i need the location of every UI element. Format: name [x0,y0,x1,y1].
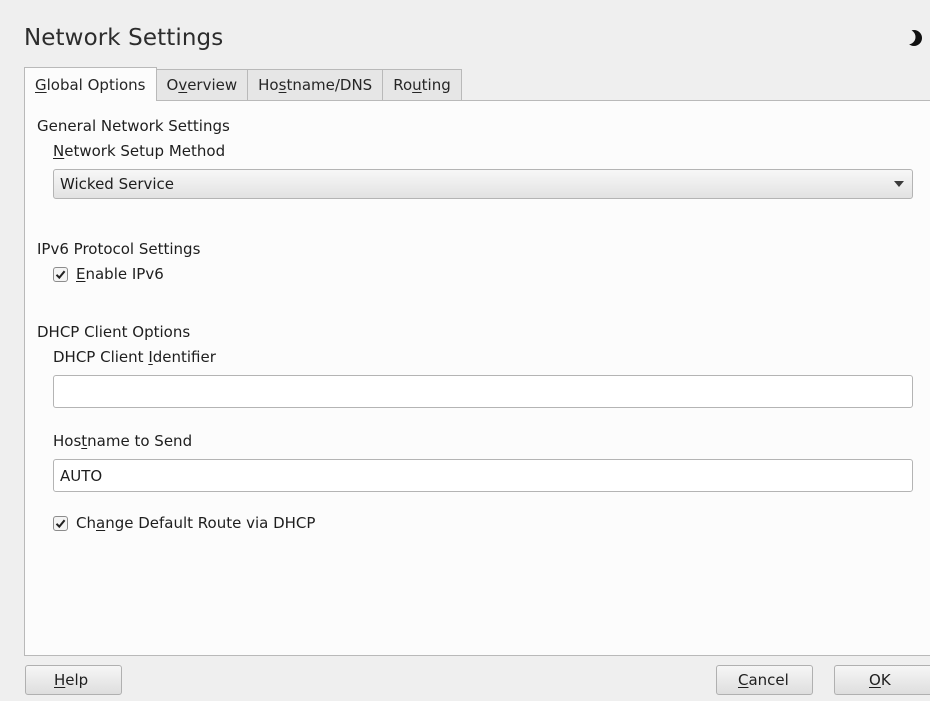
dropdown-arrow-icon [894,181,904,187]
global-options-panel: General Network Settings Network Setup M… [24,100,930,656]
checkbox-box[interactable] [53,515,68,531]
tab-global-options[interactable]: Global Options [24,67,157,101]
tab-bar: Global Options Ov erview Ho s tname/DNS Ro u… [24,67,462,101]
ok-button[interactable]: OK [834,665,930,695]
enable-ipv6-checkbox[interactable]: Enable IPv6 [53,265,164,283]
checkbox-box[interactable] [53,266,68,282]
network-setup-method-value: Wicked Service [60,175,175,193]
dhcp-client-identifier-input[interactable] [53,375,913,408]
help-button[interactable]: Help [25,665,122,695]
window-title: Network Settings [24,25,224,51]
hostname-to-send-input[interactable] [53,459,913,492]
enable-ipv6-label: Enable IPv6 [76,265,164,283]
dhcp-options-heading: DHCP Client Options [37,323,191,341]
moon-icon [904,29,922,46]
ipv6-settings-heading: IPv6 Protocol Settings [37,240,201,258]
change-default-route-label: Change Default Route via DHCP [76,514,316,532]
network-setup-method-select[interactable]: Wicked Service [53,169,913,199]
network-setup-method-label: Network Setup Method [53,142,226,160]
change-default-route-checkbox[interactable]: Change Default Route via DHCP [53,514,315,532]
checkmark-icon [55,519,66,528]
tab-overview[interactable]: Ov erview [156,69,249,101]
hostname-to-send-label: Hostname to Send [53,432,193,450]
dhcp-client-identifier-label: DHCP Client Identifier [53,348,216,366]
checkmark-icon [55,270,66,279]
tab-hostname-dns[interactable]: Ho s tname/DNS [248,69,384,101]
tab-routing[interactable]: Ro u ting [383,69,462,101]
cancel-button[interactable]: Cancel [716,665,813,695]
general-settings-heading: General Network Settings [37,117,230,135]
